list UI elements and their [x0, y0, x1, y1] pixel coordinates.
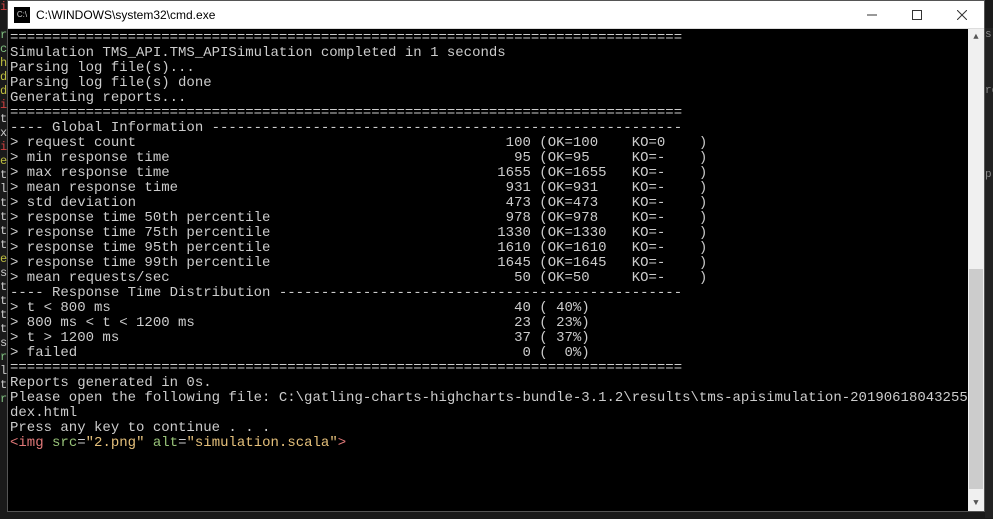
terminal-line: > response time 75th percentile 1330 (OK…	[10, 226, 968, 241]
editor-gutter-right: s re p	[985, 28, 993, 518]
terminal-line: > std deviation 473 (OK=473 KO=- )	[10, 196, 968, 211]
terminal-line: > mean response time 931 (OK=931 KO=- )	[10, 181, 968, 196]
scroll-thumb[interactable]	[969, 269, 983, 489]
terminal-line: Parsing log file(s)...	[10, 61, 968, 76]
editor-gutter-left: i rchdditxietlttttesttttsrltr	[0, 0, 7, 519]
terminal-line: ========================================…	[10, 106, 968, 121]
terminal-line: > response time 50th percentile 978 (OK=…	[10, 211, 968, 226]
terminal-line: Please open the following file: C:\gatli…	[10, 391, 968, 406]
cmd-icon: C:\	[14, 7, 30, 23]
terminal-line: ---- Global Information ----------------…	[10, 121, 968, 136]
terminal-line: Reports generated in 0s.	[10, 376, 968, 391]
cmd-window: C:\ C:\WINDOWS\system32\cmd.exe ========…	[7, 0, 985, 512]
terminal-line: ========================================…	[10, 31, 968, 46]
terminal-line: > response time 95th percentile 1610 (OK…	[10, 241, 968, 256]
terminal-line: > failed 0 ( 0%)	[10, 346, 968, 361]
terminal-line: > mean requests/sec 50 (OK=50 KO=- )	[10, 271, 968, 286]
terminal-output[interactable]: ========================================…	[8, 29, 968, 511]
terminal-line: Parsing log file(s) done	[10, 76, 968, 91]
window-title: C:\WINDOWS\system32\cmd.exe	[36, 8, 849, 22]
scrollbar[interactable]: ▲ ▼	[968, 29, 984, 511]
window-controls	[849, 1, 984, 28]
terminal-line: > 800 ms < t < 1200 ms 23 ( 23%)	[10, 316, 968, 331]
terminal-line: ========================================…	[10, 361, 968, 376]
terminal-line: > min response time 95 (OK=95 KO=- )	[10, 151, 968, 166]
maximize-button[interactable]	[894, 1, 939, 28]
terminal-line: > max response time 1655 (OK=1655 KO=- )	[10, 166, 968, 181]
terminal-line: > request count 100 (OK=100 KO=0 )	[10, 136, 968, 151]
terminal-line: > response time 99th percentile 1645 (OK…	[10, 256, 968, 271]
terminal-line: Press any key to continue . . .	[10, 421, 968, 436]
titlebar[interactable]: C:\ C:\WINDOWS\system32\cmd.exe	[8, 1, 984, 29]
terminal-line: ---- Response Time Distribution --------…	[10, 286, 968, 301]
terminal-line: Generating reports...	[10, 91, 968, 106]
terminal-html-line: <img src="2.png" alt="simulation.scala">	[10, 436, 968, 451]
minimize-button[interactable]	[849, 1, 894, 28]
close-button[interactable]	[939, 1, 984, 28]
terminal-line: > t > 1200 ms 37 ( 37%)	[10, 331, 968, 346]
terminal-area: ========================================…	[8, 29, 984, 511]
scroll-up-icon[interactable]: ▲	[968, 29, 984, 45]
terminal-line: > t < 800 ms 40 ( 40%)	[10, 301, 968, 316]
scroll-down-icon[interactable]: ▼	[968, 495, 984, 511]
terminal-line: Simulation TMS_API.TMS_APISimulation com…	[10, 46, 968, 61]
terminal-line: dex.html	[10, 406, 968, 421]
